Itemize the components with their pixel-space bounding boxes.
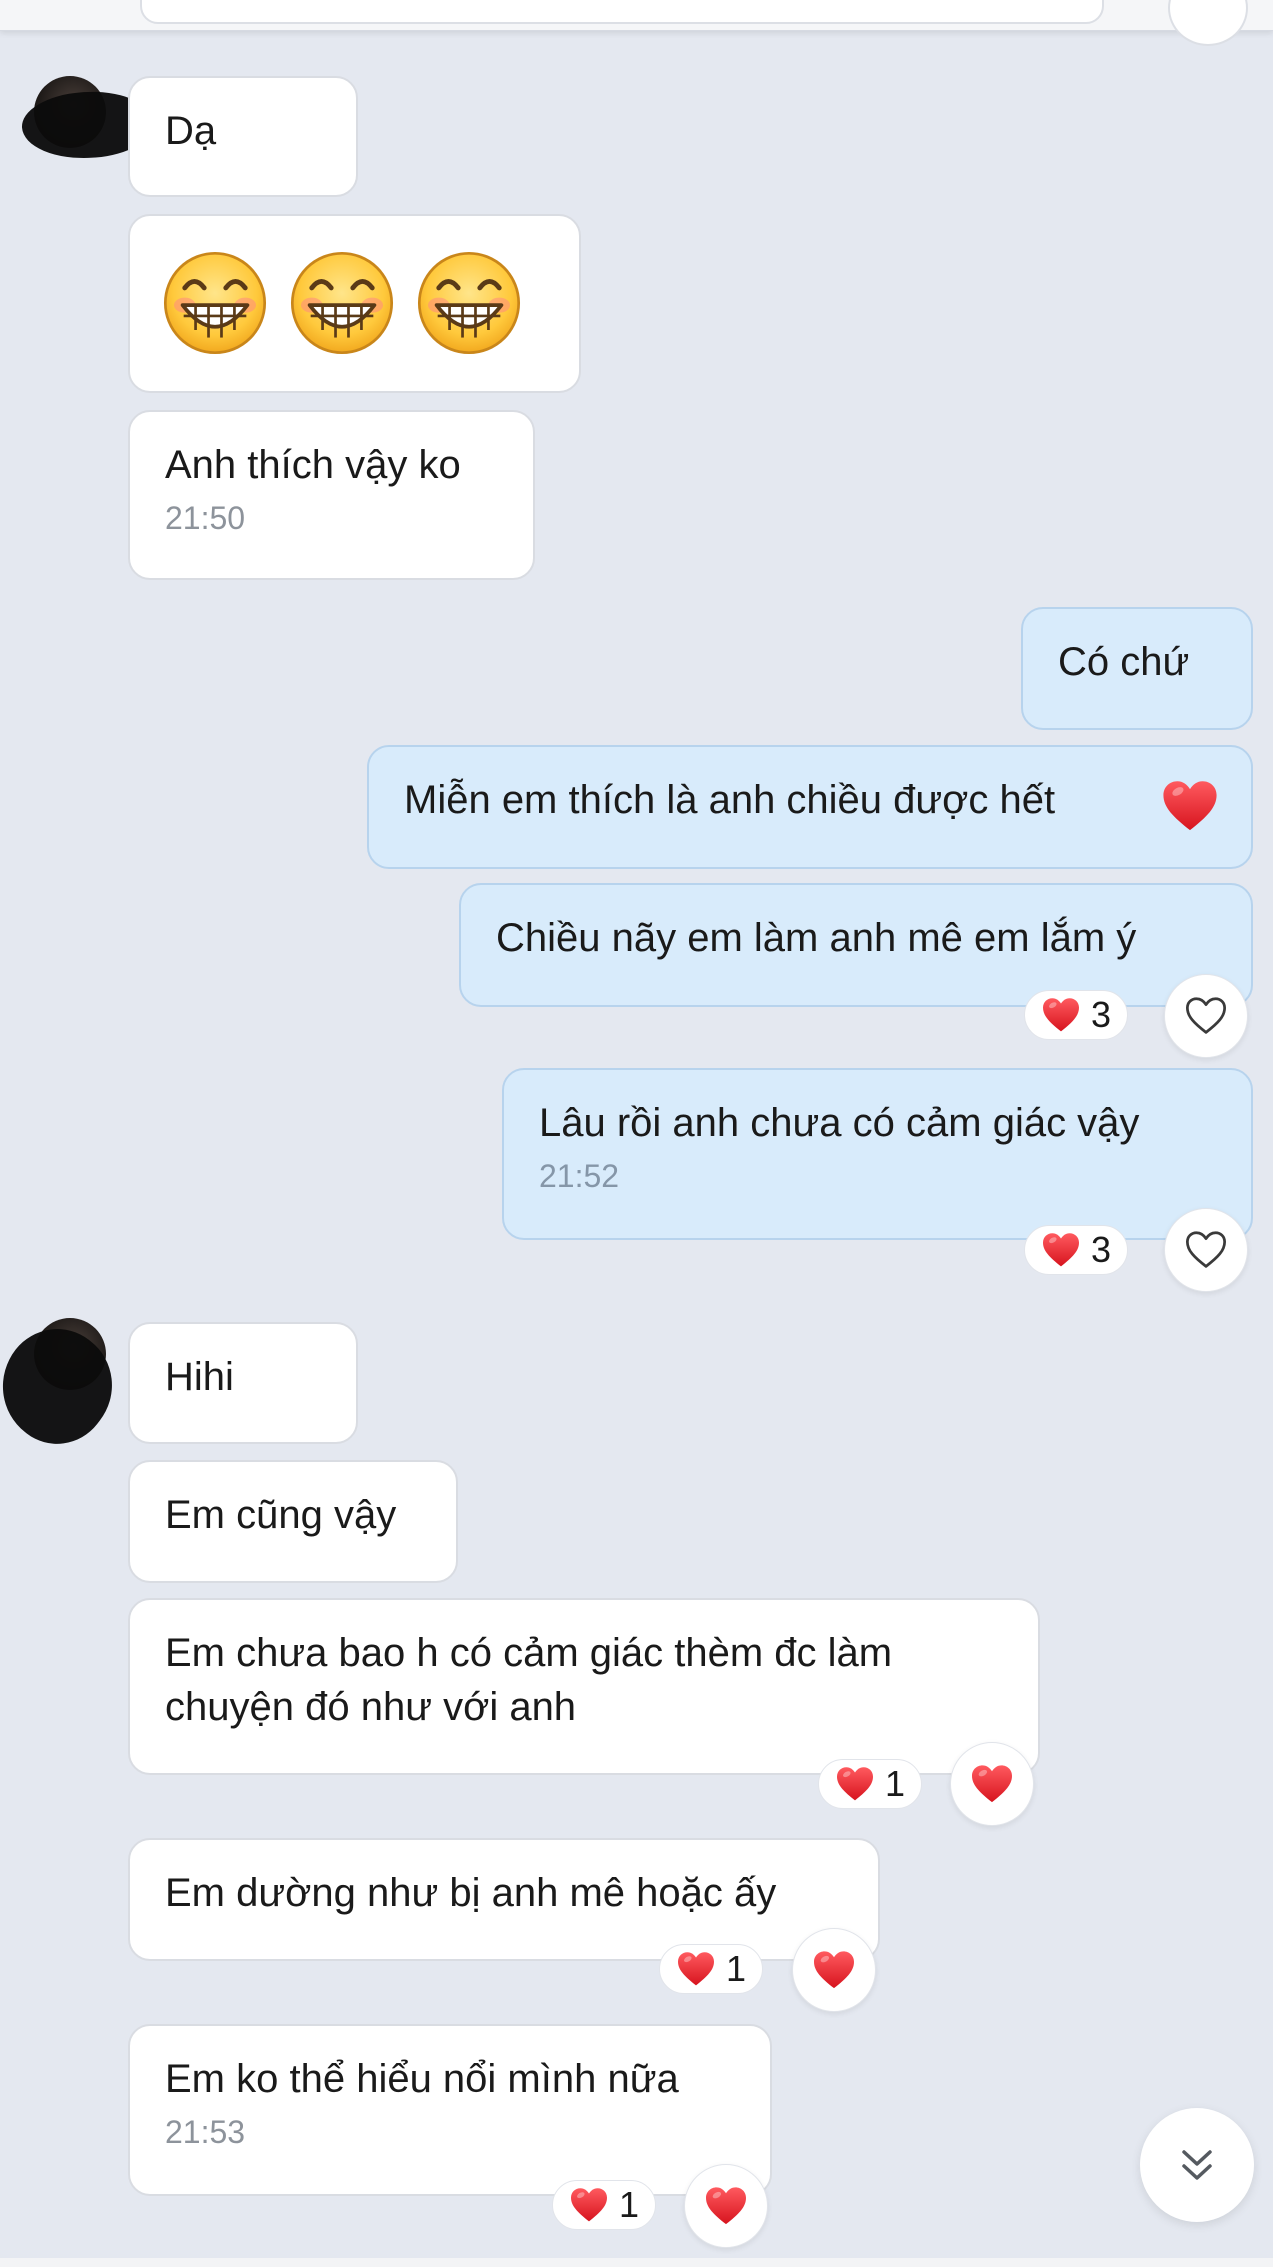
top-action-button[interactable] [1168, 0, 1248, 46]
reaction-summary[interactable]: 1 [552, 2180, 657, 2230]
message-bubble-incoming[interactable]: Dạ [128, 76, 358, 197]
react-button[interactable] [1164, 974, 1248, 1058]
red-heart-icon [970, 1764, 1014, 1804]
red-heart-icon [835, 1766, 875, 1802]
grinning-face-icon [288, 249, 396, 357]
red-heart-icon [812, 1950, 856, 1990]
message-text: Hihi [165, 1355, 234, 1399]
red-heart-icon [676, 1951, 716, 1987]
reaction-summary[interactable]: 1 [818, 1759, 923, 1809]
top-bar [0, 0, 1273, 46]
reaction-count: 3 [1091, 994, 1112, 1035]
message-bubble-outgoing[interactable]: Chiều nãy em làm anh mê em lắm ý [459, 883, 1253, 1007]
message-text: Em ko thể hiểu nổi mình nữa [165, 2057, 679, 2101]
bottom-edge [0, 2258, 1273, 2267]
message-text: Anh thích vậy ko [165, 443, 461, 487]
reaction-count: 1 [726, 1948, 747, 1989]
double-chevron-down-icon [1182, 2150, 1212, 2180]
react-button[interactable] [684, 2164, 768, 2248]
message-bubble-outgoing[interactable]: Lâu rồi anh chưa có cảm giác vậy 21:52 [502, 1068, 1253, 1240]
message-text: Dạ [165, 109, 217, 153]
message-bubble-outgoing[interactable]: Có chứ [1021, 607, 1253, 730]
reaction-count: 1 [885, 1763, 906, 1804]
message-bubble-incoming[interactable]: Anh thích vậy ko 21:50 [128, 410, 535, 580]
message-timestamp: 21:50 [165, 500, 246, 536]
message-text: Lâu rồi anh chưa có cảm giác vậy [539, 1101, 1140, 1145]
react-button[interactable] [792, 1928, 876, 2012]
avatar-redaction [0, 1308, 135, 1464]
message-text: Có chứ [1058, 640, 1190, 684]
message-bubble-outgoing[interactable]: Miễn em thích là anh chiều được hết [367, 745, 1253, 869]
heart-outline-icon [1184, 996, 1228, 1036]
message-bubble-incoming[interactable]: Em cũng vậy [128, 1460, 458, 1583]
react-button[interactable] [950, 1742, 1034, 1826]
reaction-summary[interactable]: 1 [659, 1944, 764, 1994]
reaction-count: 3 [1091, 1229, 1112, 1270]
message-bubble-incoming[interactable]: Em dường như bị anh mê hoặc ấy [128, 1838, 880, 1961]
message-timestamp: 21:52 [539, 1158, 620, 1194]
red-heart-icon [1041, 1232, 1081, 1268]
red-heart-icon [1041, 997, 1081, 1033]
emoji-message-bubble[interactable] [128, 214, 581, 393]
message-bubble-incoming[interactable]: Em ko thể hiểu nổi mình nữa 21:53 [128, 2024, 772, 2196]
red-heart-icon [569, 2187, 609, 2223]
message-timestamp: 21:53 [165, 2114, 246, 2150]
scroll-to-bottom-button[interactable] [1140, 2108, 1254, 2222]
message-text: Miễn em thích là anh chiều được hết [404, 778, 1056, 822]
message-input-field[interactable] [140, 0, 1104, 24]
red-heart-icon [1161, 779, 1219, 833]
message-text: Em dường như bị anh mê hoặc ấy [165, 1871, 777, 1915]
grinning-face-icon [415, 249, 523, 357]
reaction-summary[interactable]: 3 [1024, 1225, 1129, 1275]
message-text: Em cũng vậy [165, 1493, 397, 1537]
reaction-count: 1 [619, 2184, 640, 2225]
react-button[interactable] [1164, 1208, 1248, 1292]
message-text: Chiều nãy em làm anh mê em lắm ý [496, 916, 1137, 960]
red-heart-icon [704, 2186, 748, 2226]
message-bubble-incoming[interactable]: Hihi [128, 1322, 358, 1444]
reaction-summary[interactable]: 3 [1024, 990, 1129, 1040]
grinning-face-icon [161, 249, 269, 357]
message-text-line: chuyện đó như với anh [165, 1685, 577, 1729]
heart-outline-icon [1184, 1230, 1228, 1270]
message-bubble-incoming[interactable]: Em chưa bao h có cảm giác thèm đc làm ch… [128, 1598, 1040, 1775]
message-text-line: Em chưa bao h có cảm giác thèm đc làm [165, 1631, 893, 1675]
